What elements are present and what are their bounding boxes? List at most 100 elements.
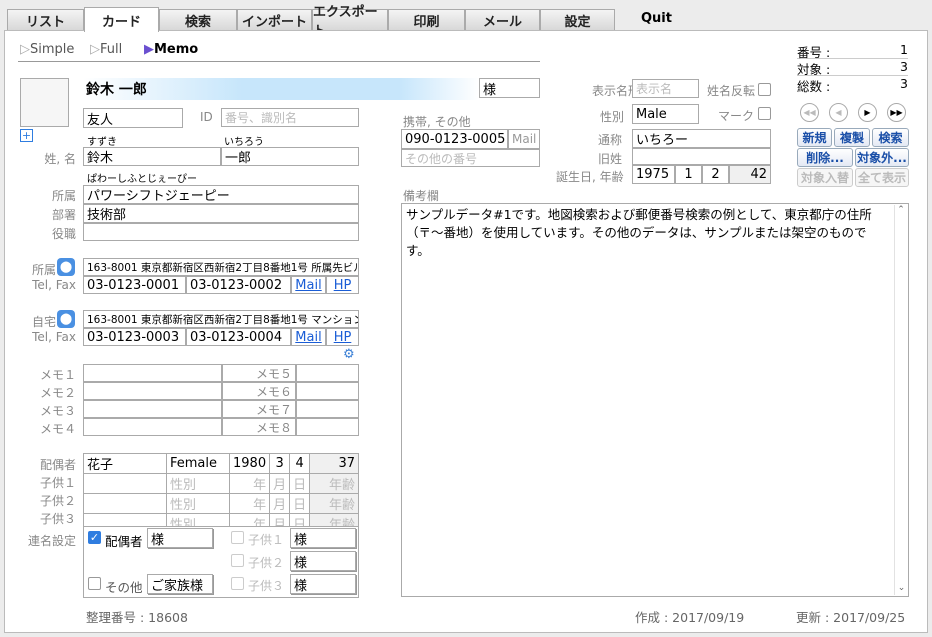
nickname-field[interactable]: いちろー [632, 129, 771, 148]
joint-child3-checkbox[interactable] [231, 577, 244, 590]
home-fax-field[interactable]: 03-0123-0004 [186, 328, 291, 346]
prev-record-icon[interactable]: ◀ [829, 103, 848, 122]
show-all-button[interactable]: 全て表示 [855, 168, 909, 187]
view-memo[interactable]: ▶Memo [144, 42, 198, 57]
title-field[interactable] [83, 223, 359, 241]
reverse-name-checkbox[interactable] [758, 83, 771, 96]
joint-child3-honorific[interactable]: 様 [290, 574, 356, 594]
memo2-field[interactable] [83, 382, 222, 400]
child-name-field[interactable] [83, 493, 167, 514]
joint-other-checkbox[interactable] [88, 577, 101, 590]
joint-child1-honorific[interactable]: 様 [290, 528, 356, 548]
work-fax-field[interactable]: 03-0123-0002 [186, 276, 291, 294]
memo6-field[interactable] [296, 382, 359, 400]
child-name-field[interactable] [83, 473, 167, 494]
spouse-name-field[interactable]: 花子 [83, 453, 167, 474]
honorific-field[interactable]: 様 [479, 78, 540, 98]
tab-print[interactable]: 印刷 [388, 9, 465, 31]
other-number-field[interactable]: その他の番号 [401, 149, 540, 167]
sei-field[interactable]: 鈴木 [83, 147, 221, 166]
mei-kana[interactable]: いちろう [224, 133, 264, 148]
joint-spouse-honorific[interactable]: 様 [147, 528, 213, 548]
work-tel-field[interactable]: 03-0123-0001 [83, 276, 186, 294]
home-label: 自宅 [31, 315, 56, 329]
birth-year-field[interactable]: 1975 [632, 165, 675, 184]
memo7-field[interactable] [296, 400, 359, 418]
relation-field[interactable]: 友人 [83, 108, 183, 128]
swap-target-button[interactable]: 対象入替 [797, 168, 853, 187]
mobile-field[interactable]: 090-0123-0005 [401, 129, 508, 149]
gender-field[interactable]: Male [632, 104, 699, 124]
child-day-field[interactable]: 日 [289, 493, 311, 514]
display-format-field[interactable]: 表示名 [632, 79, 699, 98]
search-button[interactable]: 検索 [872, 128, 909, 147]
mei-field[interactable]: 一郎 [221, 147, 359, 166]
quit-button[interactable]: Quit [641, 11, 672, 26]
mark-checkbox[interactable] [758, 107, 771, 120]
joint-child1-checkbox[interactable] [231, 531, 244, 544]
joint-spouse-checkbox[interactable]: ✓ [88, 531, 101, 544]
child-gender-field[interactable]: 性別 [166, 473, 230, 494]
home-address-field[interactable]: 163-8001 東京都新宿区西新宿2丁目8番地1号 マンション [83, 310, 359, 328]
next-record-icon[interactable]: ▶ [858, 103, 877, 122]
child-gender-field[interactable]: 性別 [166, 493, 230, 514]
view-simple[interactable]: ▷Simple [20, 42, 74, 57]
tab-mail[interactable]: メール [465, 9, 540, 31]
work-hp-link[interactable]: HP [326, 276, 359, 294]
joint-child2-honorific[interactable]: 様 [290, 551, 356, 571]
spouse-month-field[interactable]: 3 [269, 453, 291, 474]
work-mail-link[interactable]: Mail [291, 276, 326, 294]
memo4-field[interactable] [83, 418, 222, 436]
spouse-gender-field[interactable]: Female [166, 453, 230, 474]
mobile-mail-link[interactable]: Mail [508, 129, 540, 149]
sei-kana[interactable]: すずき [87, 133, 117, 148]
tab-import[interactable]: インポート [237, 9, 312, 31]
tab-list[interactable]: リスト [7, 9, 84, 31]
notes-textarea[interactable]: サンプルデータ#1です。地図検索および郵便番号検索の例として、東京都庁の住所（〒… [401, 203, 909, 597]
exclude-button[interactable]: 対象外... [855, 148, 909, 167]
spouse-year-field[interactable]: 1980 [228, 453, 271, 474]
scroll-up-icon[interactable]: ⌃ [895, 205, 907, 215]
add-photo-icon[interactable]: + [20, 129, 33, 142]
company-field[interactable]: パワーシフトジェーピー [83, 185, 359, 204]
home-map-pin-icon[interactable]: ⬤ [57, 310, 75, 328]
memo5-field[interactable] [296, 364, 359, 382]
last-record-icon[interactable]: ▶▶ [887, 103, 906, 122]
notes-scrollbar[interactable]: ⌃ ⌄ [894, 205, 907, 595]
child-month-field[interactable]: 月 [269, 493, 291, 514]
child-month-field[interactable]: 月 [269, 473, 291, 494]
duplicate-button[interactable]: 複製 [834, 128, 870, 147]
id-field[interactable]: 番号、識別名 [221, 108, 359, 127]
joint-other-honorific[interactable]: ご家族様 [147, 574, 213, 594]
tab-export[interactable]: エクスポート [312, 5, 388, 39]
tab-search[interactable]: 検索 [159, 9, 237, 31]
photo-placeholder[interactable] [20, 78, 69, 127]
view-full[interactable]: ▷Full [90, 42, 122, 57]
company-kana[interactable]: ぱわーしふとじぇーぴー [87, 170, 197, 185]
tab-card[interactable]: カード [84, 7, 159, 32]
memo1-field[interactable] [83, 364, 222, 382]
joint-child2-checkbox[interactable] [231, 554, 244, 567]
child-day-field[interactable]: 日 [289, 473, 311, 494]
child-year-field[interactable]: 年 [228, 473, 271, 494]
first-record-icon[interactable]: ◀◀ [800, 103, 819, 122]
tab-settings[interactable]: 設定 [540, 9, 615, 31]
home-hp-link[interactable]: HP [326, 328, 359, 346]
gear-icon[interactable]: ⚙ [343, 347, 355, 362]
oldname-field[interactable] [632, 148, 771, 165]
child-year-field[interactable]: 年 [228, 493, 271, 514]
delete-button[interactable]: 削除... [797, 148, 853, 167]
birth-month-field[interactable]: 1 [675, 165, 702, 184]
home-tel-field[interactable]: 03-0123-0003 [83, 328, 186, 346]
joint-child1-label: 子供１ [248, 533, 285, 547]
dept-field[interactable]: 技術部 [83, 204, 359, 223]
spouse-day-field[interactable]: 4 [289, 453, 311, 474]
scroll-down-icon[interactable]: ⌄ [895, 583, 908, 593]
new-button[interactable]: 新規 [797, 128, 832, 147]
memo8-field[interactable] [296, 418, 359, 436]
birth-day-field[interactable]: 2 [702, 165, 729, 184]
home-mail-link[interactable]: Mail [291, 328, 326, 346]
work-map-pin-icon[interactable]: ⬤ [57, 258, 75, 276]
memo3-field[interactable] [83, 400, 222, 418]
work-address-field[interactable]: 163-8001 東京都新宿区西新宿2丁目8番地1号 所属先ビル [83, 258, 359, 276]
